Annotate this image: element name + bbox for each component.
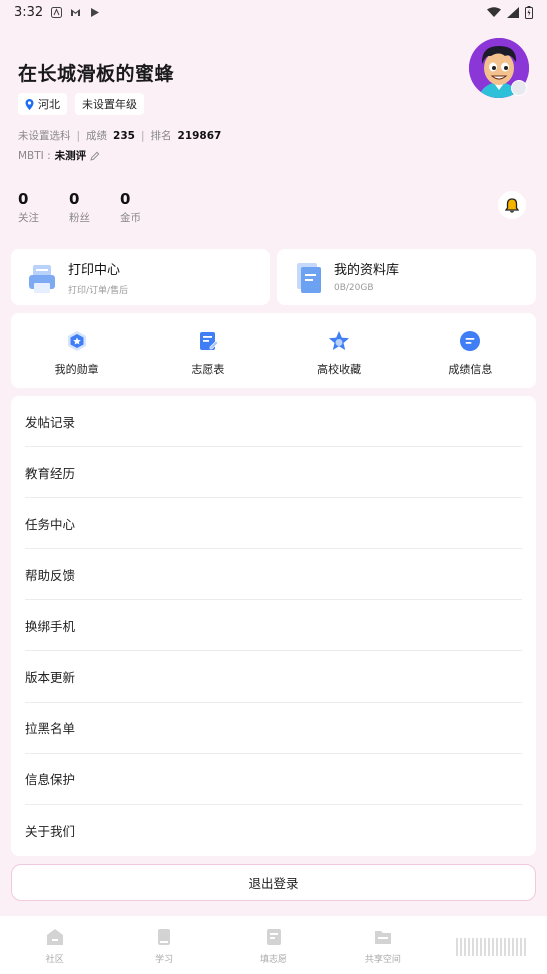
shortcut-label: 高校收藏 — [317, 363, 362, 376]
tab-application[interactable]: 填志愿 — [219, 916, 328, 974]
star-icon — [329, 331, 350, 350]
my-library-card[interactable]: 我的资料库 0B/20GB — [277, 249, 536, 305]
notification-a-icon — [51, 6, 63, 18]
shortcut-my-medals[interactable]: 我的勋章 — [11, 313, 142, 388]
menu-item-education[interactable]: 教育经历 — [25, 447, 522, 499]
stat-label: 金币 — [120, 212, 141, 224]
print-center-subtitle: 打印/订单/售后 — [68, 286, 129, 296]
subject-label: 未设置选科 — [18, 130, 71, 142]
tab-profile-obscured[interactable] — [438, 916, 547, 974]
academic-info: 未设置选科 | 成绩 235 | 排名 219867 — [18, 128, 221, 143]
shortcut-label: 成绩信息 — [448, 363, 493, 376]
document-library-icon — [297, 263, 321, 293]
notification-button[interactable] — [498, 191, 526, 219]
shortcut-application-form[interactable]: 志愿表 — [142, 313, 273, 388]
print-center-card[interactable]: 打印中心 打印/订单/售后 — [11, 249, 270, 305]
folder-icon — [374, 931, 391, 944]
stat-number: 0 — [18, 190, 29, 208]
mail-icon — [71, 8, 81, 16]
location-pin-icon — [25, 98, 34, 110]
stat-number: 0 — [69, 190, 80, 208]
stat-label: 粉丝 — [69, 212, 90, 224]
stat-following[interactable]: 0 关注 — [18, 190, 39, 225]
shortcut-score-info[interactable]: 成绩信息 — [405, 313, 536, 388]
avatar-verify-badge — [511, 80, 527, 96]
tab-label: 共享空间 — [364, 955, 401, 965]
tab-study[interactable]: 学习 — [109, 916, 218, 974]
my-library-title: 我的资料库 — [334, 263, 400, 278]
shortcut-label: 我的勋章 — [54, 363, 99, 376]
stat-coins[interactable]: 0 金币 — [120, 190, 141, 225]
printer-icon — [29, 265, 55, 293]
menu-item-task-center[interactable]: 任务中心 — [25, 498, 522, 550]
shortcut-university-favorites[interactable]: 高校收藏 — [274, 313, 405, 388]
stat-label: 关注 — [18, 212, 39, 224]
mbti-value: 未测评 — [54, 150, 87, 162]
menu-item-privacy[interactable]: 信息保护 — [25, 754, 522, 805]
form-icon — [199, 332, 219, 350]
chat-icon — [460, 331, 481, 351]
medal-icon — [67, 331, 86, 351]
tab-label: 学习 — [155, 955, 174, 965]
logout-button[interactable]: 退出登录 — [11, 864, 536, 901]
status-bar: 3:32 — [0, 0, 547, 24]
signal-icon — [507, 6, 519, 18]
location-tag[interactable]: 河北 — [18, 93, 67, 115]
menu-item-help-feedback[interactable]: 帮助反馈 — [25, 549, 522, 601]
rank-value: 219867 — [177, 129, 222, 142]
status-time: 3:32 — [14, 4, 44, 20]
rank-label: 排名 — [150, 130, 172, 142]
mbti-info[interactable]: MBTI : 未测评 — [18, 148, 100, 163]
home-icon — [46, 929, 63, 945]
stat-followers[interactable]: 0 粉丝 — [69, 190, 90, 225]
location-label: 河北 — [38, 98, 60, 111]
edit-icon — [90, 151, 100, 161]
grade-label: 未设置年级 — [82, 98, 137, 111]
bell-icon — [505, 197, 519, 213]
divider: | — [140, 129, 145, 142]
shortcut-grid: 我的勋章 志愿表 高校收藏 成绩信息 — [11, 313, 536, 388]
divider: | — [76, 129, 81, 142]
menu-item-blacklist[interactable]: 拉黑名单 — [25, 703, 522, 754]
wifi-icon — [487, 6, 501, 17]
print-center-title: 打印中心 — [68, 263, 121, 278]
menu-item-post-history[interactable]: 发帖记录 — [25, 396, 522, 448]
shortcut-label: 志愿表 — [191, 363, 225, 376]
score-label: 成绩 — [86, 130, 108, 142]
username[interactable]: 在长城滑板的蜜蜂 — [18, 59, 174, 86]
score-value: 235 — [113, 129, 135, 142]
profile-tags: 河北 未设置年级 — [18, 93, 144, 115]
tab-shared-space[interactable]: 共享空间 — [328, 916, 437, 974]
settings-menu: 发帖记录 教育经历 任务中心 帮助反馈 换绑手机 版本更新 拉黑名单 信息保护 … — [11, 396, 536, 856]
bottom-tab-bar: 社区 学习 填志愿 共享空间 — [0, 916, 547, 974]
menu-item-change-phone[interactable]: 换绑手机 — [25, 600, 522, 652]
menu-item-version-update[interactable]: 版本更新 — [25, 651, 522, 703]
mbti-label: MBTI : — [18, 149, 51, 162]
play-store-icon — [91, 7, 100, 17]
follow-stats: 0 关注 0 粉丝 0 金币 — [18, 190, 141, 225]
tab-community[interactable]: 社区 — [0, 916, 109, 974]
tab-label: 填志愿 — [260, 955, 288, 965]
stat-number: 0 — [120, 190, 131, 208]
my-library-storage: 0B/20GB — [334, 283, 374, 293]
book-icon — [158, 929, 171, 945]
form-icon — [266, 929, 281, 945]
obscured-watermark — [456, 938, 529, 956]
grade-tag[interactable]: 未设置年级 — [75, 93, 144, 115]
battery-icon — [525, 5, 533, 19]
menu-item-about-us[interactable]: 关于我们 — [25, 805, 522, 856]
tab-label: 社区 — [45, 955, 64, 965]
